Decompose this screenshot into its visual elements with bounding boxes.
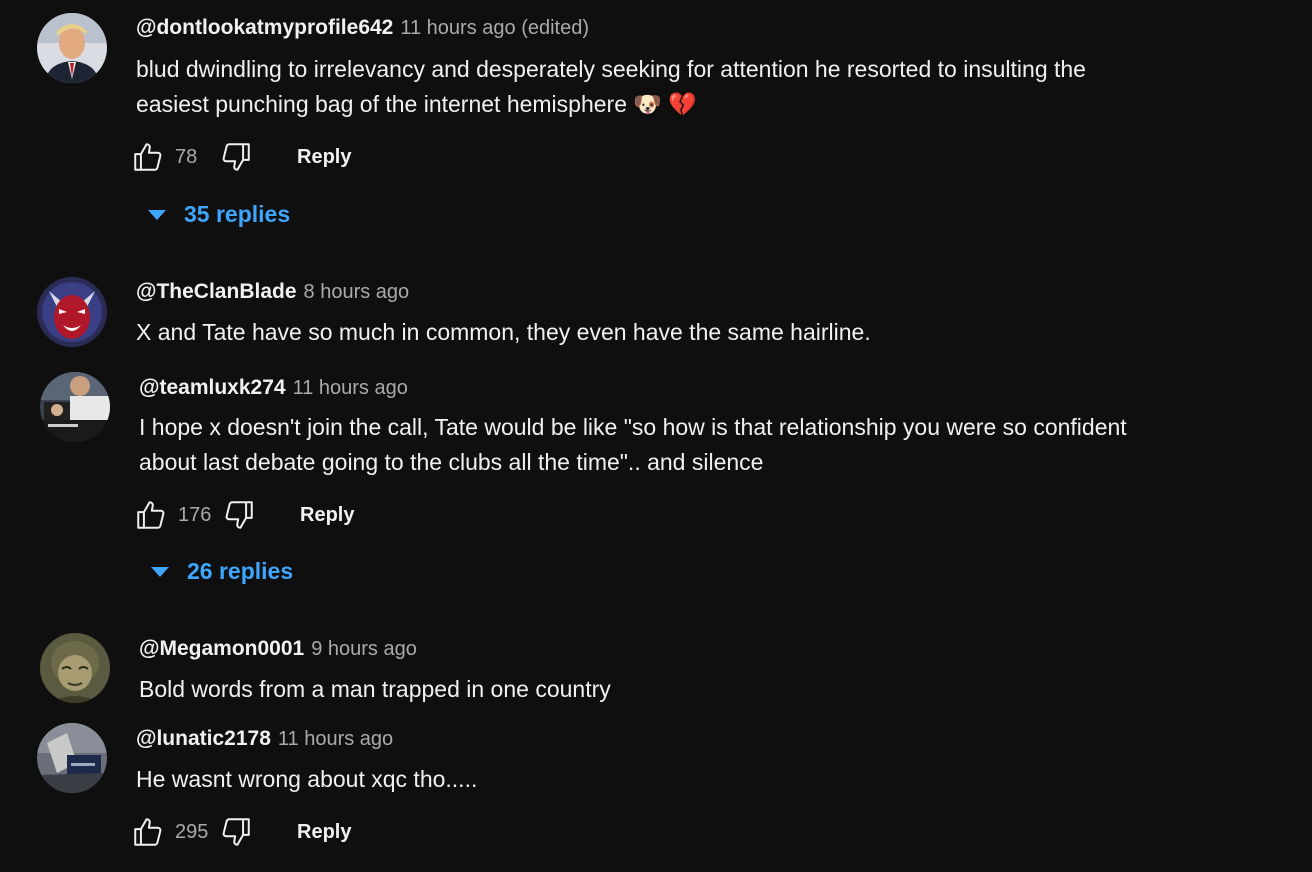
caret-down-icon — [151, 566, 169, 577]
comment-text-line: I hope x doesn't join the call, Tate wou… — [139, 414, 1127, 440]
comment-text-line: blud dwindling to irrelevancy and desper… — [136, 56, 1086, 82]
comment-text: I hope x doesn't join the call, Tate wou… — [139, 410, 1219, 480]
replies-label: 26 replies — [187, 558, 294, 584]
comments-section: @dontlookatmyprofile642 11 hours ago (ed… — [0, 0, 1312, 872]
emoji-dog-heartbreak: 🐶 💔 — [633, 91, 698, 117]
comment-text: blud dwindling to irrelevancy and desper… — [136, 52, 1216, 122]
avatar[interactable] — [37, 13, 107, 83]
thumb-up-icon[interactable] — [134, 498, 168, 532]
comment-time[interactable]: 9 hours ago — [311, 638, 417, 661]
avatar[interactable] — [40, 633, 110, 703]
comment-actions: 78 Reply — [131, 137, 351, 177]
reply-button[interactable]: Reply — [297, 146, 351, 169]
comment-actions: 176 Reply — [134, 495, 354, 535]
thumb-up-icon[interactable] — [131, 140, 165, 174]
comment-author[interactable]: @TheClanBlade — [136, 280, 297, 304]
comment-text: He wasnt wrong about xqc tho..... — [136, 762, 1216, 797]
like-count: 176 — [178, 503, 212, 526]
comment-author[interactable]: @teamluxk274 — [139, 376, 286, 400]
comment-text: Bold words from a man trapped in one cou… — [139, 672, 1219, 707]
reply-button[interactable]: Reply — [300, 504, 354, 527]
comment-actions: 295 Reply — [131, 812, 351, 852]
comment-text-line: easiest punching bag of the internet hem… — [136, 91, 627, 117]
avatar[interactable] — [37, 277, 107, 347]
comment-time[interactable]: 8 hours ago — [304, 281, 410, 304]
thumb-down-icon[interactable] — [219, 815, 253, 849]
comment-author[interactable]: @Megamon0001 — [139, 637, 304, 661]
comment-text: X and Tate have so much in common, they … — [136, 315, 1216, 350]
view-replies-button[interactable]: 35 replies — [148, 201, 290, 228]
thumb-up-icon[interactable] — [131, 815, 165, 849]
comment-text-line: X and Tate have so much in common, they … — [136, 319, 871, 345]
view-replies-button[interactable]: 26 replies — [151, 558, 293, 585]
comment-time[interactable]: 11 hours ago — [293, 377, 408, 400]
comment-author[interactable]: @dontlookatmyprofile642 — [136, 16, 393, 40]
thumb-down-icon[interactable] — [219, 140, 253, 174]
replies-label: 35 replies — [184, 201, 291, 227]
like-count: 295 — [175, 820, 209, 843]
comment-text-line: He wasnt wrong about xqc tho..... — [136, 766, 478, 792]
caret-down-icon — [148, 209, 166, 220]
comment-text-line: Bold words from a man trapped in one cou… — [139, 676, 611, 702]
comment-author[interactable]: @lunatic2178 — [136, 727, 271, 751]
reply-button[interactable]: Reply — [297, 821, 351, 844]
avatar[interactable] — [40, 372, 110, 442]
comment-text-line: about last debate going to the clubs all… — [139, 449, 764, 475]
comment-time[interactable]: 11 hours ago — [278, 728, 393, 751]
thumb-down-icon[interactable] — [222, 498, 256, 532]
comment-time[interactable]: 11 hours ago (edited) — [400, 17, 589, 40]
like-count: 78 — [175, 145, 198, 168]
avatar[interactable] — [37, 723, 107, 793]
